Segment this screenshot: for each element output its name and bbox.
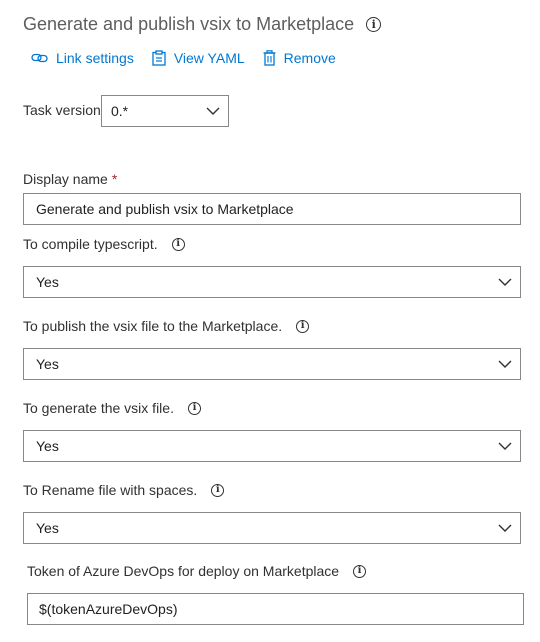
publish-vsix-label-row: To publish the vsix file to the Marketpl… [23, 318, 310, 334]
token-label: Token of Azure DevOps for deploy on Mark… [27, 563, 340, 579]
info-icon[interactable]: i [187, 401, 201, 415]
info-icon[interactable]: i [171, 237, 185, 251]
chevron-down-icon [498, 524, 512, 532]
view-yaml-button[interactable]: View YAML [152, 50, 245, 66]
token-label-row: Token of Azure DevOps for deploy on Mark… [27, 563, 367, 579]
info-icon[interactable]: i [353, 564, 367, 578]
publish-vsix-value: Yes [36, 356, 59, 372]
publish-vsix-select[interactable]: Yes [23, 348, 521, 380]
task-title: Generate and publish vsix to Marketplace… [23, 14, 382, 35]
generate-vsix-label-row: To generate the vsix file. i [23, 400, 201, 416]
info-icon[interactable]: i [211, 483, 225, 497]
compile-typescript-label: To compile typescript. [23, 236, 158, 252]
required-indicator: * [111, 171, 118, 187]
publish-vsix-label: To publish the vsix file to the Marketpl… [23, 318, 283, 334]
view-yaml-label: View YAML [173, 50, 245, 66]
compile-typescript-label-row: To compile typescript. i [23, 236, 185, 252]
compile-typescript-select[interactable]: Yes [23, 266, 521, 298]
generate-vsix-label: To generate the vsix file. [23, 400, 174, 416]
remove-label: Remove [283, 50, 336, 66]
rename-spaces-label-row: To Rename file with spaces. i [23, 482, 225, 498]
rename-spaces-select[interactable]: Yes [23, 512, 521, 544]
task-version-value: 0.* [111, 103, 129, 119]
clipboard-icon [152, 50, 166, 66]
link-settings-button[interactable]: Link settings [31, 50, 134, 66]
task-actions: Link settings View YAML Remove [31, 50, 354, 66]
task-version-label: Task version [23, 102, 101, 118]
generate-vsix-select[interactable]: Yes [23, 430, 521, 462]
display-name-value: Generate and publish vsix to Marketplace [36, 201, 294, 217]
display-name-label-row: Display name * [23, 171, 117, 187]
link-settings-label: Link settings [56, 50, 134, 66]
task-version-select[interactable]: 0.* [101, 95, 229, 127]
compile-typescript-value: Yes [36, 274, 59, 290]
link-icon [31, 53, 48, 63]
info-icon[interactable]: i [296, 319, 310, 333]
generate-vsix-value: Yes [36, 438, 59, 454]
task-title-text: Generate and publish vsix to Marketplace [23, 14, 355, 34]
chevron-down-icon [498, 278, 512, 286]
display-name-label: Display name [23, 171, 108, 187]
rename-spaces-value: Yes [36, 520, 59, 536]
chevron-down-icon [498, 360, 512, 368]
token-value: $(tokenAzureDevOps) [39, 601, 178, 617]
chevron-down-icon [206, 107, 220, 115]
remove-button[interactable]: Remove [263, 50, 336, 66]
rename-spaces-label: To Rename file with spaces. [23, 482, 198, 498]
token-input[interactable]: $(tokenAzureDevOps) [27, 593, 524, 625]
display-name-input[interactable]: Generate and publish vsix to Marketplace [23, 193, 521, 225]
trash-icon [263, 50, 276, 66]
info-icon[interactable]: i [366, 17, 382, 32]
chevron-down-icon [498, 442, 512, 450]
